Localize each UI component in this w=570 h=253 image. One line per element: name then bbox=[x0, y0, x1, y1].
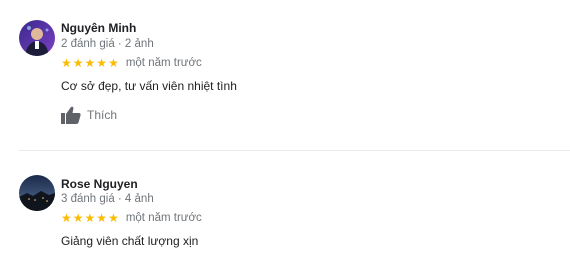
review-time: một năm trước bbox=[125, 57, 202, 69]
rating-row: ★ ★ ★ ★ ★ một năm trước bbox=[61, 212, 202, 224]
person-avatar-icon bbox=[19, 20, 55, 56]
reviewer-meta: 2 đánh giá · 2 ảnh bbox=[61, 38, 154, 50]
star-icon: ★ bbox=[108, 211, 119, 225]
rating-row: ★ ★ ★ ★ ★ một năm trước bbox=[61, 57, 202, 69]
review-divider bbox=[19, 150, 570, 151]
star-icon: ★ bbox=[84, 56, 96, 70]
star-icon: ★ bbox=[96, 211, 108, 225]
review-text: Cơ sở đẹp, tư vấn viên nhiệt tình bbox=[61, 79, 237, 93]
like-button[interactable]: Thích bbox=[61, 106, 117, 124]
star-icon: ★ bbox=[84, 211, 96, 225]
review-time: một năm trước bbox=[125, 212, 202, 224]
reviewer-name[interactable]: Nguyên Minh bbox=[61, 21, 136, 35]
star-icon: ★ bbox=[96, 56, 108, 70]
landscape-avatar-icon bbox=[19, 175, 55, 211]
review-text: Giảng viên chất lượng xịn bbox=[61, 234, 199, 248]
like-label: Thích bbox=[87, 108, 118, 122]
star-icon: ★ bbox=[72, 211, 84, 225]
thumbs-up-icon bbox=[61, 106, 81, 124]
reviewer-meta: 3 đánh giá · 4 ảnh bbox=[61, 193, 154, 205]
star-rating: ★ ★ ★ ★ ★ bbox=[61, 212, 119, 224]
star-icon: ★ bbox=[61, 56, 72, 70]
reviewer-name[interactable]: Rose Nguyen bbox=[61, 177, 138, 191]
star-icon: ★ bbox=[72, 56, 84, 70]
reviewer-avatar[interactable] bbox=[19, 20, 55, 56]
star-icon: ★ bbox=[61, 211, 72, 225]
star-icon: ★ bbox=[108, 56, 119, 70]
star-rating: ★ ★ ★ ★ ★ bbox=[61, 57, 119, 69]
reviewer-avatar[interactable] bbox=[19, 175, 55, 211]
